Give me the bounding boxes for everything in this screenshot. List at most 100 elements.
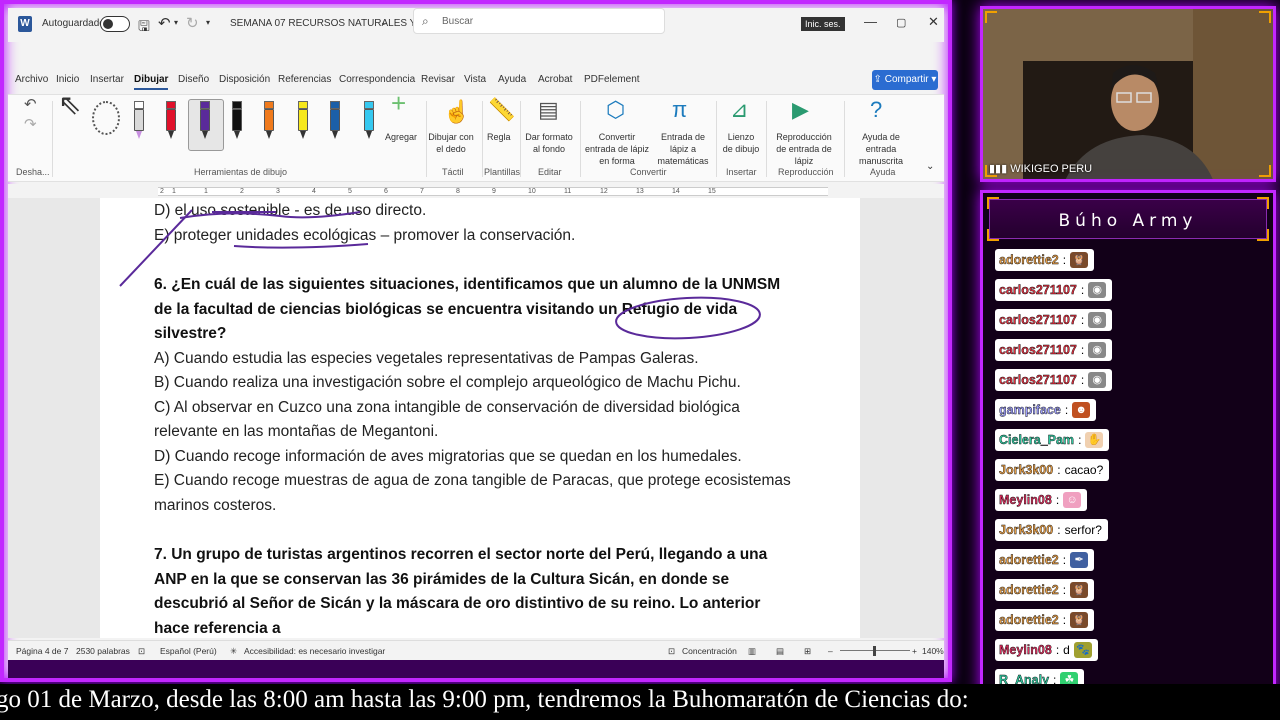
menu-referencias[interactable]: Referencias	[278, 74, 331, 85]
chat-username[interactable]: Meylin08	[999, 493, 1052, 507]
sign-in-button[interactable]: Inic. ses.	[801, 17, 845, 31]
redo-icon[interactable]: ↻	[186, 14, 199, 32]
read-mode-icon[interactable]: ▥	[748, 646, 756, 657]
add-pen-label[interactable]: Agregar	[385, 131, 417, 143]
chat-username[interactable]: Cielera_Pam	[999, 433, 1074, 447]
ink-replay-icon[interactable]: ▶	[792, 97, 809, 123]
menu-pdfelement[interactable]: PDFelement	[584, 74, 640, 85]
ink-help-label[interactable]: Ayuda de entrada manuscrita	[848, 131, 914, 167]
chat-username[interactable]: adorettie2	[999, 583, 1059, 597]
chat-username[interactable]: adorettie2	[999, 613, 1059, 627]
draw-with-finger-icon[interactable]: ☝	[443, 99, 470, 125]
ribbon-collapse-icon[interactable]: ⌄	[926, 161, 934, 173]
chat-separator: :	[1055, 643, 1060, 657]
drawing-canvas-label[interactable]: Lienzo de dibujo	[722, 131, 760, 155]
word-count[interactable]: 2530 palabras	[76, 646, 130, 656]
webcam-feed	[983, 9, 1273, 179]
search-icon: ⌕	[422, 14, 429, 28]
highlighter-icon[interactable]	[362, 101, 376, 139]
undo-icon[interactable]: ↶	[158, 14, 171, 32]
search-input[interactable]: ⌕ Buscar	[413, 8, 665, 34]
pen-icon[interactable]	[328, 101, 342, 139]
highlighter-icon[interactable]	[296, 101, 310, 139]
undo-dropdown-icon[interactable]: ▾	[174, 18, 178, 27]
pen-icon[interactable]	[164, 101, 178, 139]
select-cursor-icon[interactable]: ⇖	[58, 91, 81, 119]
page-count[interactable]: Página 4 de 7	[16, 646, 68, 656]
zoom-level[interactable]: 140%	[922, 646, 944, 656]
close-icon[interactable]: ✕	[928, 14, 939, 30]
format-background-icon[interactable]: ▤	[538, 97, 559, 123]
add-pen-icon[interactable]: +	[391, 90, 406, 116]
chat-username[interactable]: carlos271107	[999, 373, 1077, 387]
focus-icon: ⊡	[668, 646, 676, 656]
ink-help-icon[interactable]: ?	[870, 97, 882, 123]
proofing-icon[interactable]: ⊡	[138, 646, 145, 657]
menu-vista[interactable]: Vista	[464, 74, 486, 85]
chat-username[interactable]: gampiface	[999, 403, 1061, 417]
document-area: D) el uso sostenible - es de uso directo…	[8, 198, 944, 638]
draw-with-finger-label[interactable]: Dibujar con el dedo	[428, 131, 474, 155]
lasso-select-icon[interactable]	[92, 101, 120, 135]
share-button[interactable]: ⇪ Compartir ▾	[872, 70, 938, 90]
chat-username[interactable]: carlos271107	[999, 343, 1077, 357]
redo-icon[interactable]: ↷	[24, 117, 37, 132]
ink-annotations	[119, 209, 761, 340]
menu-dibujar[interactable]: Dibujar	[134, 74, 169, 90]
format-background-label[interactable]: Dar formato al fondo	[524, 131, 574, 155]
menu-insertar[interactable]: Insertar	[90, 74, 124, 85]
webcam-label: ▮▮▮ WIKIGEO PERU	[989, 162, 1092, 175]
eraser-icon[interactable]	[132, 101, 146, 139]
language[interactable]: Español (Perú)	[160, 646, 217, 656]
menu-archivo[interactable]: Archivo	[15, 74, 48, 85]
pen-body	[166, 109, 176, 131]
chevron-down-icon[interactable]: ⌄	[380, 17, 388, 28]
ink-replay-label[interactable]: Reproducción de entrada de lápiz	[770, 131, 838, 167]
minimize-icon[interactable]: —	[864, 14, 877, 29]
print-layout-icon[interactable]: ▤	[776, 646, 784, 657]
chat-username[interactable]: carlos271107	[999, 283, 1077, 297]
quick-access-dropdown-icon[interactable]: ▾	[206, 18, 210, 27]
drawing-canvas-icon[interactable]: ⊿	[730, 97, 748, 123]
pen-icon[interactable]	[262, 101, 276, 139]
chat-separator: :	[1062, 553, 1067, 567]
menu-disposicion[interactable]: Disposición	[219, 74, 270, 85]
web-layout-icon[interactable]: ⊞	[804, 646, 811, 657]
ink-to-math-label[interactable]: Entrada de lápiz a matemáticas	[652, 131, 714, 167]
chat-username[interactable]: Meylin08	[999, 643, 1052, 657]
menu-inicio[interactable]: Inicio	[56, 74, 79, 85]
chat-username[interactable]: adorettie2	[999, 253, 1059, 267]
menu-acrobat[interactable]: Acrobat	[538, 74, 572, 85]
focus-mode[interactable]: Concentración	[682, 646, 737, 656]
menu-ayuda[interactable]: Ayuda	[498, 74, 526, 85]
save-icon[interactable]: 🖫	[138, 16, 150, 40]
pen-tip	[366, 131, 372, 139]
zoom-in-icon[interactable]: +	[912, 646, 917, 656]
tactil-group-label: Táctil	[442, 167, 464, 177]
ruler-icon[interactable]: 📏	[488, 97, 515, 123]
accessibility-status[interactable]: Accesibilidad: es necesario investigar	[244, 646, 385, 656]
chat-username[interactable]: Jork3k00	[999, 463, 1054, 477]
autosave-toggle[interactable]	[100, 16, 130, 32]
zoom-out-icon[interactable]: –	[828, 646, 833, 656]
ink-to-math-icon[interactable]: π	[672, 97, 687, 123]
ruler-label[interactable]: Regla	[487, 131, 511, 143]
pen-icon[interactable]	[198, 101, 212, 139]
document-page[interactable]: D) el uso sostenible - es de uso directo…	[100, 198, 860, 638]
menu-correspondencia[interactable]: Correspondencia	[339, 74, 415, 85]
chat-username[interactable]: carlos271107	[999, 313, 1077, 327]
ink-to-shape-label[interactable]: Convertir entrada de lápiz en forma	[584, 131, 650, 167]
menu-diseno[interactable]: Diseño	[178, 74, 209, 85]
bot-emote-icon: ◉	[1088, 282, 1107, 298]
chat-username[interactable]: adorettie2	[999, 553, 1059, 567]
signal-icon: ▮▮▮	[989, 163, 1011, 175]
ink-to-shape-icon[interactable]: ⬡	[606, 97, 625, 123]
maximize-icon[interactable]: ▢	[896, 16, 906, 29]
document-title[interactable]: SEMANA 07 RECURSOS NATURALES Y...	[230, 18, 423, 29]
pen-tip	[136, 131, 142, 139]
chat-username[interactable]: Jork3k00	[999, 523, 1054, 537]
zoom-slider-thumb[interactable]	[873, 646, 876, 656]
undo-icon[interactable]: ↶	[24, 97, 37, 112]
pen-icon[interactable]	[230, 101, 244, 139]
menu-revisar[interactable]: Revisar	[421, 74, 455, 85]
